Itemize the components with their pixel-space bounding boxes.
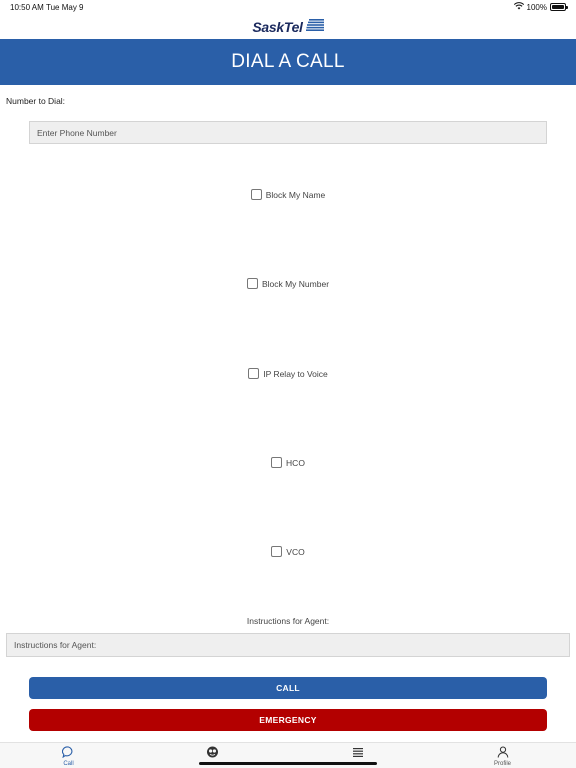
option-block-my-name[interactable]: Block My Name — [0, 189, 576, 200]
option-hco[interactable]: HCO — [0, 457, 576, 468]
wifi-icon — [513, 2, 524, 12]
tab-faces[interactable] — [206, 746, 219, 760]
chat-bubble-icon — [62, 746, 75, 760]
number-to-dial-label: Number to Dial: — [6, 96, 66, 106]
block-my-name-checkbox[interactable] — [250, 189, 262, 200]
tab-bar: Call Profile — [0, 742, 576, 768]
option-label: HCO — [286, 457, 305, 468]
home-indicator — [199, 762, 377, 765]
logo-stripes-icon — [305, 18, 324, 36]
option-vco[interactable]: VCO — [0, 546, 576, 557]
tab-list[interactable] — [352, 746, 364, 760]
block-my-number-checkbox[interactable] — [246, 278, 258, 289]
tab-profile[interactable]: Profile — [494, 746, 511, 767]
option-label: IP Relay to Voice — [263, 368, 328, 379]
status-date: Tue May 9 — [46, 3, 84, 12]
option-label: Block My Number — [261, 278, 330, 289]
tab-call[interactable]: Call — [62, 746, 75, 767]
call-button[interactable]: CALL — [29, 677, 547, 699]
emergency-button[interactable]: EMERGENCY — [29, 709, 547, 731]
tab-label: Call — [63, 761, 74, 767]
option-label: Block My Name — [265, 189, 326, 200]
status-bar: 10:50 AM Tue May 9 100% — [0, 0, 576, 16]
person-icon — [497, 746, 509, 760]
battery-icon — [550, 3, 568, 11]
status-time: 10:50 AM — [10, 3, 44, 12]
status-indicators: 100% — [513, 2, 568, 12]
hco-checkbox[interactable] — [271, 457, 283, 468]
page-title: DIAL A CALL — [231, 51, 345, 72]
faces-icon — [206, 746, 219, 760]
option-label: VCO — [286, 546, 305, 557]
instructions-label: Instructions for Agent: — [246, 616, 330, 626]
option-ip-relay-to-voice[interactable]: IP Relay to Voice — [0, 368, 576, 379]
page-header: DIAL A CALL — [0, 39, 576, 85]
sasktel-logo: SaskTel — [0, 18, 576, 36]
ip-relay-to-voice-checkbox[interactable] — [248, 368, 260, 379]
vco-checkbox[interactable] — [271, 546, 283, 557]
phone-number-input[interactable] — [29, 121, 547, 144]
option-block-my-number[interactable]: Block My Number — [0, 278, 576, 289]
battery-percent: 100% — [526, 2, 547, 12]
tab-label: Profile — [494, 761, 512, 767]
logo-text: SaskTel — [252, 19, 303, 35]
list-icon — [352, 746, 364, 760]
instructions-input[interactable] — [6, 633, 570, 657]
